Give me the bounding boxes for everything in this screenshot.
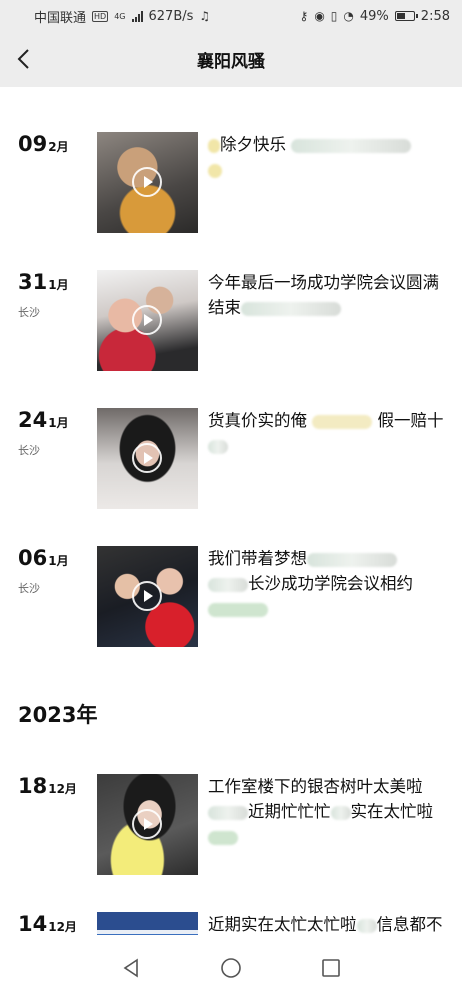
chevron-left-icon (17, 49, 29, 69)
post-text[interactable]: 近期实在太忙太忙啦信息都不方便及时回复，抱歉啦 (208, 912, 444, 935)
date-month: 1月 (48, 416, 69, 430)
triangle-back-icon (123, 958, 138, 977)
speed-gauge-icon: ◔ (343, 9, 354, 23)
post-date: 092月 (18, 132, 69, 156)
nav-back-button[interactable] (81, 948, 181, 988)
square-recents-icon (322, 958, 340, 977)
post-text-a: 近期实在太忙太忙啦 (208, 915, 357, 934)
nav-recents-button[interactable] (281, 948, 381, 988)
date-day: 06 (18, 546, 48, 570)
blurred-content (241, 301, 341, 316)
post-text-a: 我们带着梦想 (208, 549, 307, 568)
blurred-content (208, 577, 248, 592)
clock-time: 2:58 (420, 8, 450, 24)
list-item: 311月 长沙 今年最后一场成功学院会议圆满结束 (0, 270, 462, 380)
battery-icon (394, 11, 418, 21)
blurred-content (291, 138, 412, 153)
date-month: 2月 (48, 140, 69, 154)
post-date: 1412月 (18, 912, 77, 935)
post-text[interactable]: 货真价实的俺 假一赔十 (208, 408, 444, 458)
emoji-icon (312, 414, 373, 429)
blurred-content (330, 805, 351, 820)
play-icon (132, 443, 162, 473)
battery-percent: 49% (359, 8, 389, 24)
post-date: 241月 (18, 408, 69, 432)
emoji-icon (208, 602, 268, 617)
emoji-icon (208, 163, 222, 178)
play-icon (132, 809, 162, 839)
hd-badge: HD (92, 10, 109, 22)
post-text-a: 货真价实的俺 (208, 411, 307, 430)
date-day: 14 (18, 912, 48, 935)
emoji-icon (208, 138, 220, 153)
page-title: 襄阳风骚 (197, 52, 265, 72)
network-type: 4G (114, 11, 126, 21)
emoji-icon (208, 830, 238, 845)
video-thumbnail[interactable] (97, 270, 198, 371)
list-item: 092月 除夕快乐 (0, 132, 462, 242)
post-text-a: 工作室楼下的银杏树叶太美啦 (208, 777, 423, 796)
post-text-c: 实在太忙啦 (350, 802, 434, 821)
post-date: 1812月 (18, 774, 77, 798)
vibrate-icon: ▯ (330, 9, 338, 23)
list-item: 1812月 工作室楼下的银杏树叶太美啦近期忙忙忙 实在太忙啦 (0, 774, 462, 884)
post-date: 061月 (18, 546, 69, 570)
bell-icon: ♫ (199, 9, 211, 23)
list-item: 061月 长沙 我们带着梦想 长沙成功学院会议相约 (0, 546, 462, 656)
list-item: 1412月 近期实在太忙太忙啦信息都不方便及时回复，抱歉啦 (0, 912, 462, 935)
video-thumbnail[interactable] (97, 408, 198, 509)
circle-home-icon (221, 957, 241, 978)
list-item: 241月 长沙 货真价实的俺 假一赔十 (0, 408, 462, 518)
blurred-content (208, 439, 228, 454)
carrier-label: 中国联通 (34, 10, 87, 26)
date-day: 09 (18, 132, 48, 156)
post-text[interactable]: 今年最后一场成功学院会议圆满结束 (208, 270, 444, 320)
blurred-content (307, 552, 397, 567)
post-text-b: 近期忙忙忙 (248, 802, 331, 821)
signal-icon (131, 10, 143, 22)
post-location: 长沙 (18, 582, 40, 595)
date-day: 24 (18, 408, 48, 432)
post-location: 长沙 (18, 444, 40, 457)
date-day: 31 (18, 270, 48, 294)
key-icon: ⚷ (299, 9, 309, 23)
play-icon (132, 581, 162, 611)
moments-feed[interactable]: 092月 除夕快乐 311月 长沙 今年最后一场成功学院会议圆满结束 241月 … (0, 87, 462, 935)
back-button[interactable] (10, 45, 38, 73)
post-text-a: 除夕快乐 (220, 135, 286, 154)
post-date: 311月 (18, 270, 69, 294)
date-month: 12月 (48, 782, 77, 796)
post-location: 长沙 (18, 306, 40, 319)
year-header: 2023年 (18, 703, 98, 727)
status-bar: 中国联通 HD 4G 627B/s ♫ ⚷ ◉ ▯ ◔ 49% 2:58 (0, 0, 462, 32)
post-text-b: 长沙成功学院会议相约 (248, 574, 413, 593)
video-thumbnail[interactable] (97, 546, 198, 647)
blurred-content (356, 918, 377, 933)
video-thumbnail[interactable] (97, 132, 198, 233)
post-text-b: 假一赔十 (377, 411, 444, 430)
date-day: 18 (18, 774, 48, 798)
date-month: 1月 (48, 554, 69, 568)
nav-home-button[interactable] (181, 948, 281, 988)
network-speed: 627B/s (148, 8, 194, 24)
post-text[interactable]: 我们带着梦想 长沙成功学院会议相约 (208, 546, 444, 621)
play-icon (132, 167, 162, 197)
top-nav-bar: 襄阳风骚 (0, 32, 462, 87)
video-thumbnail[interactable] (97, 912, 198, 935)
blurred-content (208, 805, 248, 820)
date-month: 12月 (48, 920, 77, 934)
post-text[interactable]: 除夕快乐 (208, 132, 444, 182)
post-text[interactable]: 工作室楼下的银杏树叶太美啦近期忙忙忙 实在太忙啦 (208, 774, 444, 849)
play-icon (132, 305, 162, 335)
system-nav-bar (0, 935, 462, 1000)
video-thumbnail[interactable] (97, 774, 198, 875)
eye-icon: ◉ (314, 9, 325, 23)
date-month: 1月 (48, 278, 69, 292)
